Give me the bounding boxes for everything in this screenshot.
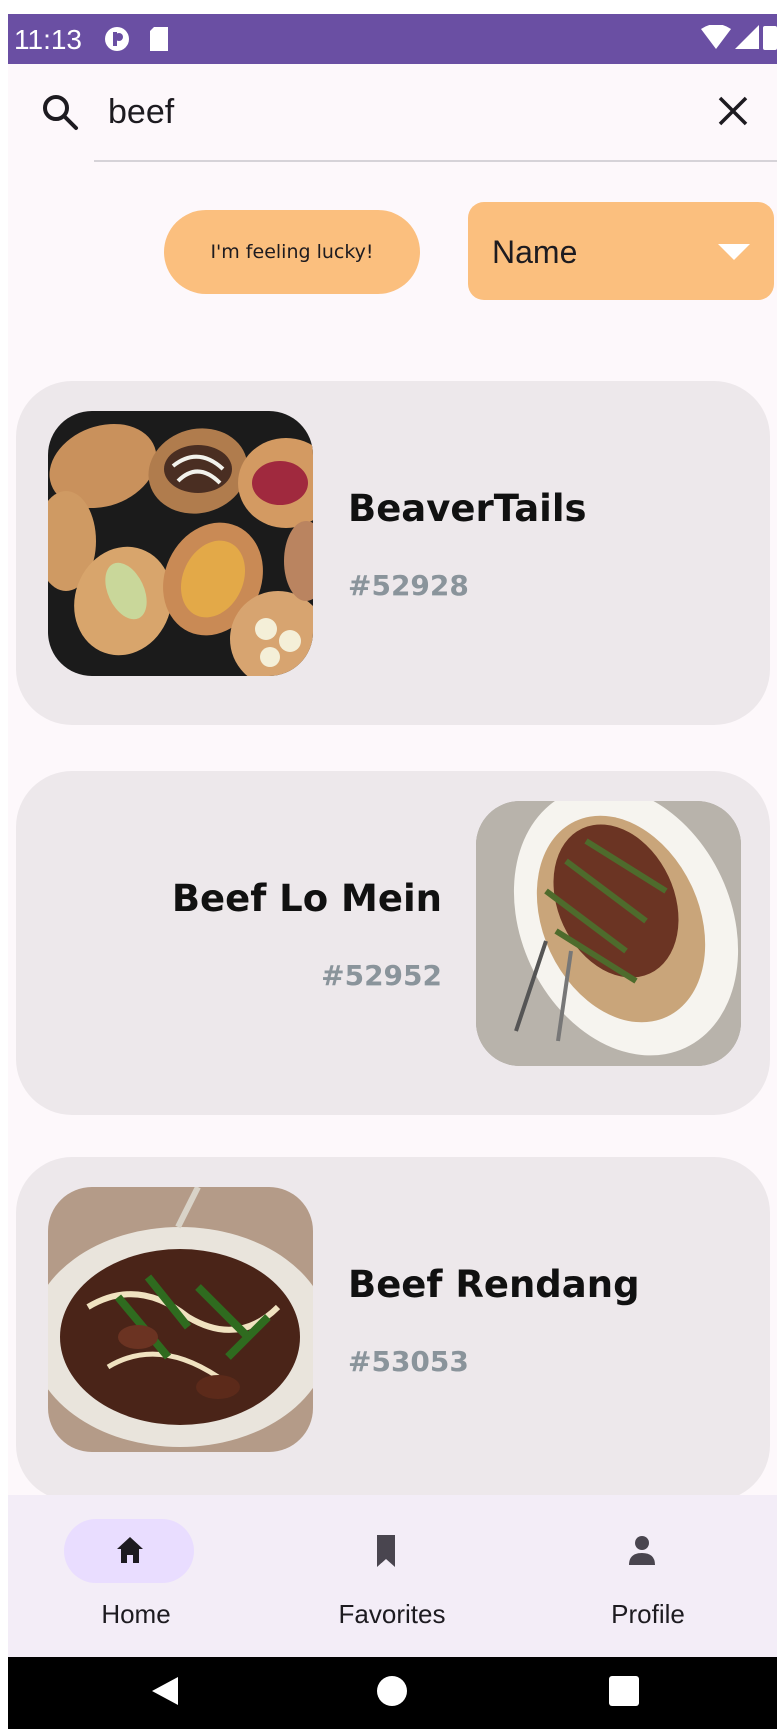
- sort-dropdown-value: Name: [492, 234, 578, 270]
- recents-icon[interactable]: [606, 1673, 642, 1709]
- search-icon[interactable]: [40, 92, 80, 132]
- search-input[interactable]: [108, 84, 628, 140]
- recipe-image: [476, 801, 741, 1066]
- recipe-image: [48, 1187, 313, 1452]
- home-circle-icon[interactable]: [374, 1673, 410, 1709]
- signal-icon: [735, 25, 759, 49]
- nav-item-profile[interactable]: Profile: [520, 1495, 776, 1657]
- sd-card-icon: [148, 26, 170, 57]
- system-navigation-bar: [8, 1657, 777, 1729]
- recipe-image: [48, 411, 313, 676]
- dropdown-arrow-icon: [718, 244, 750, 260]
- recipe-card[interactable]: BeaverTails #52928: [16, 381, 770, 725]
- close-icon[interactable]: [716, 94, 750, 128]
- status-indicators: [701, 24, 777, 50]
- sort-dropdown[interactable]: Name: [468, 202, 774, 300]
- bottom-navigation: Home Favorites Profile: [8, 1495, 777, 1657]
- app-screen: 11:13 I'm feeling lucky! Name: [8, 14, 777, 1729]
- recipe-name: Beef Rendang: [348, 1263, 640, 1306]
- recipe-name: Beef Lo Mein: [171, 877, 442, 920]
- recipe-card[interactable]: Beef Rendang #53053: [16, 1157, 770, 1501]
- nav-label: Favorites: [338, 1599, 446, 1629]
- recipe-name: BeaverTails: [348, 487, 587, 530]
- person-icon: [629, 1536, 655, 1565]
- nav-item-favorites[interactable]: Favorites: [264, 1495, 520, 1657]
- battery-icon: [763, 26, 777, 50]
- home-icon: [117, 1537, 143, 1563]
- status-bar: 11:13: [8, 14, 777, 64]
- recipe-id: #52928: [348, 569, 469, 602]
- recipe-card[interactable]: Beef Lo Mein #52952: [16, 771, 770, 1115]
- sync-status-icon: [104, 26, 130, 57]
- bookmark-icon: [377, 1535, 395, 1567]
- nav-item-home[interactable]: Home: [8, 1495, 264, 1657]
- wifi-icon: [701, 25, 731, 49]
- status-time: 11:13: [14, 24, 82, 55]
- nav-label: Profile: [611, 1599, 685, 1629]
- search-divider: [94, 160, 777, 162]
- feeling-lucky-button[interactable]: I'm feeling lucky!: [164, 210, 420, 294]
- recipe-id: #53053: [348, 1345, 469, 1378]
- back-icon[interactable]: [148, 1673, 184, 1709]
- nav-label: Home: [101, 1599, 171, 1629]
- recipe-id: #52952: [321, 959, 442, 992]
